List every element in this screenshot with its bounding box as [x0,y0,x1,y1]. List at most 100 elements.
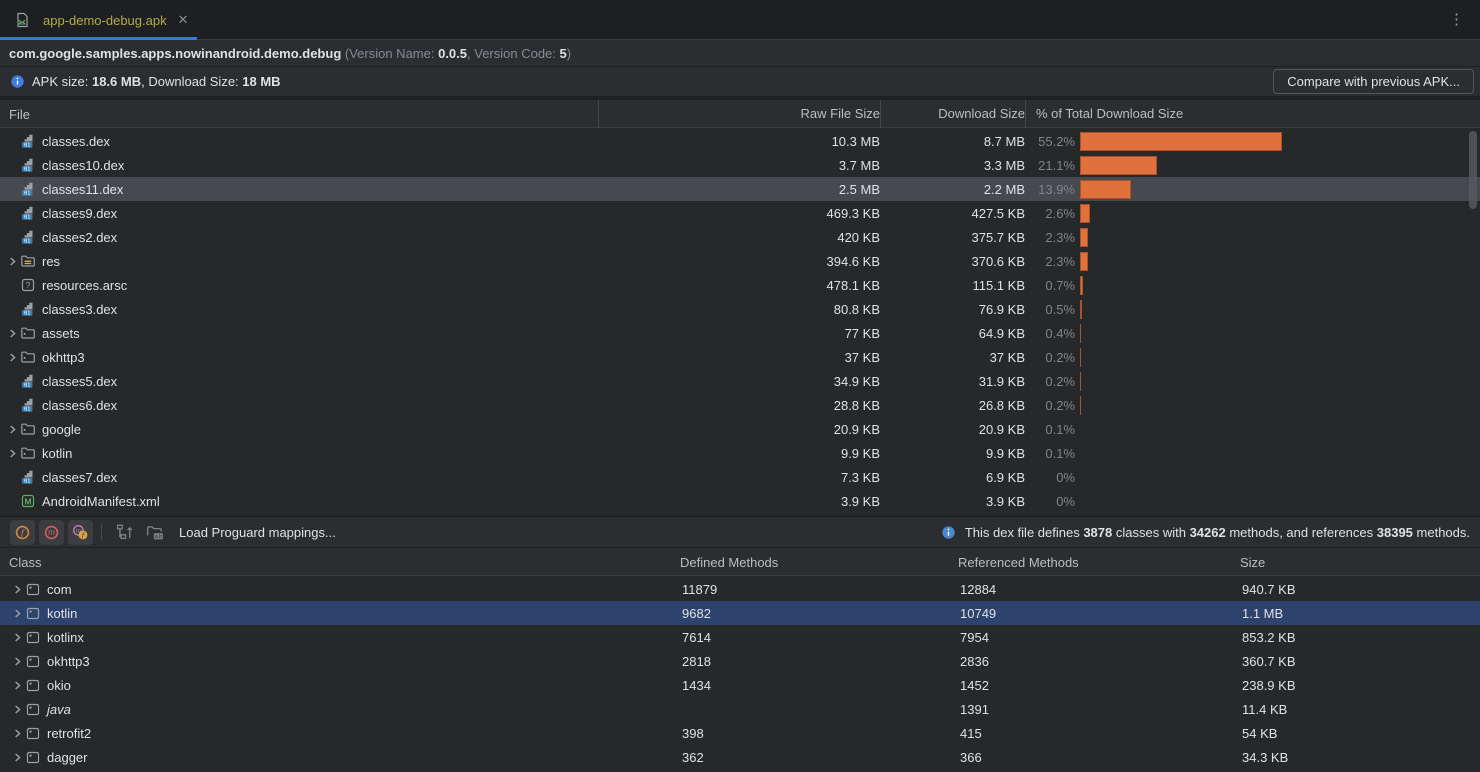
file-name-cell: MAndroidManifest.xml [0,493,598,509]
file-row[interactable]: 01classes10.dex3.7 MB3.3 MB21.1% [0,153,1480,177]
load-proguard-mappings-label[interactable]: Load Proguard mappings... [179,525,336,540]
class-row[interactable]: retrofit239841554 KB [0,721,1480,745]
svg-text:a.b: a.b [155,534,162,540]
chevron-right-icon[interactable] [9,585,25,594]
chevron-right-icon[interactable] [9,633,25,642]
file-row[interactable]: google20.9 KB20.9 KB0.1% [0,417,1480,441]
class-name: retrofit2 [47,726,91,741]
file-row[interactable]: 01classes11.dex2.5 MB2.2 MB13.9% [0,177,1480,201]
referenced-methods: 7954 [958,630,1240,645]
column-header-class[interactable]: Class [0,555,680,570]
chevron-right-icon[interactable] [9,609,25,618]
file-name: classes7.dex [42,470,117,485]
chevron-right-icon[interactable] [4,425,20,434]
file-row[interactable]: 01classes7.dex7.3 KB6.9 KB0% [0,465,1480,489]
class-row[interactable]: okhttp328182836360.7 KB [0,649,1480,673]
download-pct-bar-cell [1075,225,1480,249]
show-fields-toggle-button[interactable]: f [10,520,35,545]
package-icon [25,677,41,693]
file-row[interactable]: 01classes3.dex80.8 KB76.9 KB0.5% [0,297,1480,321]
file-name-cell: 01classes10.dex [0,157,598,173]
change-sort-order-icon[interactable] [116,523,134,541]
show-methods-toggle-button[interactable]: m [39,520,64,545]
chevron-right-icon[interactable] [9,681,25,690]
column-header-size[interactable]: Size [1240,555,1480,570]
file-row[interactable]: 01classes2.dex420 KB375.7 KB2.3% [0,225,1480,249]
download-size: 3.9 KB [880,494,1025,509]
dex-file-icon: 01 [20,301,36,317]
chevron-right-icon[interactable] [4,449,20,458]
chevron-right-icon[interactable] [9,657,25,666]
version-name-label: (Version Name: [341,46,438,61]
chevron-right-icon[interactable] [4,329,20,338]
class-size: 940.7 KB [1240,582,1480,597]
show-referenced-nodes-toggle-button[interactable]: m f [68,520,93,545]
deobfuscate-names-icon[interactable]: a.b [146,523,164,541]
download-size-value: 18 MB [242,74,280,89]
dex-file-icon: 01 [20,181,36,197]
download-size: 370.6 KB [880,254,1025,269]
file-row[interactable]: 01classes6.dex28.8 KB26.8 KB0.2% [0,393,1480,417]
folder-icon [20,421,36,437]
chevron-right-icon[interactable] [9,753,25,762]
file-table-body: 01classes.dex10.3 MB8.7 MB55.2%01classes… [0,128,1480,516]
file-row[interactable]: assets77 KB64.9 KB0.4% [0,321,1480,345]
dex-info-fragment: methods. [1413,525,1470,540]
download-pct-bar-cell [1075,465,1480,489]
chevron-right-icon[interactable] [4,353,20,362]
chevron-right-icon[interactable] [9,729,25,738]
file-name: classes11.dex [42,182,123,197]
file-name: classes6.dex [42,398,117,413]
chevron-right-icon[interactable] [4,257,20,266]
class-row[interactable]: kotlinx76147954853.2 KB [0,625,1480,649]
download-pct: 0.7% [1025,278,1075,293]
column-header-pct-of-total[interactable]: % of Total Download Size [1025,100,1480,128]
column-header-defined-methods[interactable]: Defined Methods [680,555,958,570]
download-size: 427.5 KB [880,206,1025,221]
download-pct-bar [1080,132,1282,151]
class-table-header: Class Defined Methods Referenced Methods… [0,548,1480,576]
version-code-value: 5 [560,46,567,61]
file-row[interactable]: okhttp337 KB37 KB0.2% [0,345,1480,369]
file-row[interactable]: 01classes9.dex469.3 KB427.5 KB2.6% [0,201,1480,225]
compare-with-previous-apk-button[interactable]: Compare with previous APK... [1273,69,1474,94]
kebab-menu-icon[interactable]: ⋮ [1449,10,1464,30]
file-row[interactable]: kotlin9.9 KB9.9 KB0.1% [0,441,1480,465]
download-pct-bar [1080,324,1081,343]
class-row[interactable]: okio14341452238.9 KB [0,673,1480,697]
chevron-right-icon[interactable] [9,705,25,714]
vertical-scrollbar-thumb[interactable] [1469,131,1477,209]
class-row[interactable]: kotlin9682107491.1 MB [0,601,1480,625]
file-name: classes10.dex [42,158,124,173]
column-header-referenced-methods[interactable]: Referenced Methods [958,555,1240,570]
class-name: kotlin [47,606,77,621]
class-row[interactable]: com1187912884940.7 KB [0,577,1480,601]
class-name-cell: okhttp3 [0,653,680,669]
file-name: AndroidManifest.xml [42,494,160,509]
column-header-download-size[interactable]: Download Size [880,100,1025,128]
column-header-file[interactable]: File [0,107,598,122]
download-pct-bar [1080,180,1131,199]
file-row[interactable]: ?resources.arsc478.1 KB115.1 KB0.7% [0,273,1480,297]
file-row[interactable]: 01classes.dex10.3 MB8.7 MB55.2% [0,129,1480,153]
download-pct-bar [1080,204,1090,223]
tab-apk-file[interactable]: app-demo-debug.apk ✕ [0,0,203,40]
defined-methods: 11879 [680,582,958,597]
class-row[interactable]: dagger36236634.3 KB [0,745,1480,769]
file-name-cell: 01 classes11.dex [0,181,598,197]
file-name-cell: kotlin [0,445,598,461]
class-table-body: com1187912884940.7 KBkotlin9682107491.1 … [0,576,1480,772]
tab-close-icon[interactable]: ✕ [178,12,189,28]
file-row[interactable]: MAndroidManifest.xml3.9 KB3.9 KB0% [0,489,1480,513]
column-header-raw-file-size[interactable]: Raw File Size [598,100,880,128]
file-name-cell: ?resources.arsc [0,277,598,293]
file-name: google [42,422,81,437]
class-row[interactable]: java139111.4 KB [0,697,1480,721]
apk-size-label: APK size: [32,74,92,89]
download-pct-bar [1080,300,1082,319]
class-size: 238.9 KB [1240,678,1480,693]
raw-file-size: 80.8 KB [598,302,880,317]
download-size: 3.3 MB [880,158,1025,173]
file-row[interactable]: res394.6 KB370.6 KB2.3% [0,249,1480,273]
file-row[interactable]: 01classes5.dex34.9 KB31.9 KB0.2% [0,369,1480,393]
